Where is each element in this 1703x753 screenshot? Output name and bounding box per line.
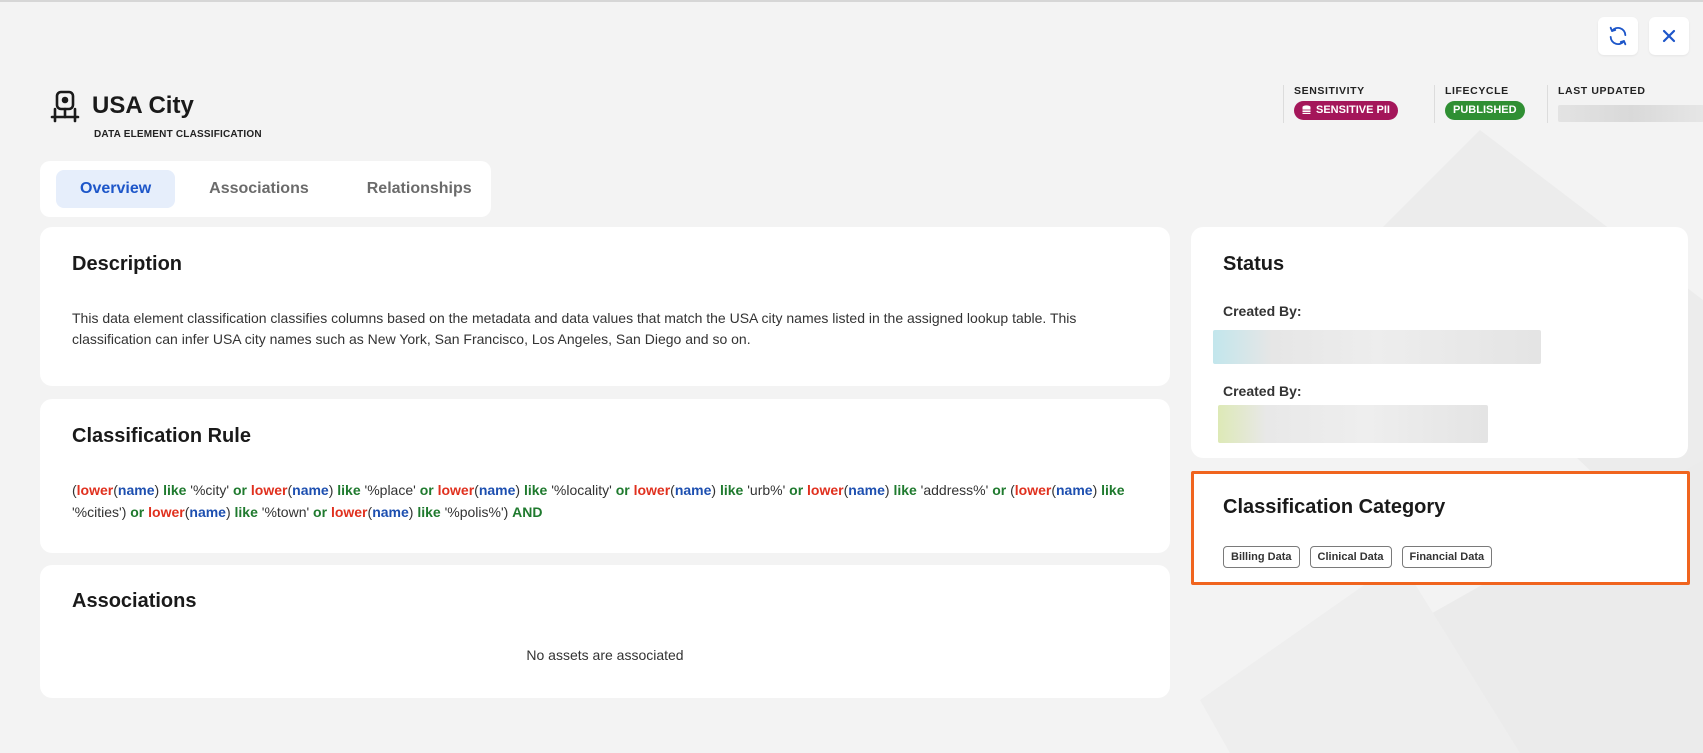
associations-card: Associations No assets are associated xyxy=(40,565,1170,698)
classification-rule-expression: (lower(name) like '%city' or lower(name)… xyxy=(72,480,1152,523)
description-card: Description This data element classifica… xyxy=(40,227,1170,386)
classification-rule-title: Classification Rule xyxy=(72,425,251,447)
rule-column: name xyxy=(372,503,409,520)
rule-function: lower xyxy=(437,482,475,498)
rule-keyword: or xyxy=(130,503,145,520)
rule-keyword: or xyxy=(992,482,1007,498)
rule-keyword: or xyxy=(419,482,434,498)
associations-empty-text: No assets are associated xyxy=(526,647,684,663)
database-icon xyxy=(1302,105,1311,114)
associations-title: Associations xyxy=(72,590,197,612)
lifecycle-label: LIFECYCLE xyxy=(1445,85,1509,97)
rule-column: name xyxy=(478,482,516,498)
close-icon xyxy=(1662,29,1676,43)
rule-function: lower xyxy=(330,503,368,520)
category-chip-list: Billing Data Clinical Data Financial Dat… xyxy=(1223,546,1493,568)
refresh-button[interactable] xyxy=(1598,17,1638,55)
rule-keyword: like xyxy=(893,482,917,498)
classification-category-title: Classification Category xyxy=(1223,496,1446,518)
rule-literal: ) xyxy=(154,482,164,498)
created-by-label-secondary: Created By: xyxy=(1223,383,1302,399)
rule-function: lower xyxy=(148,503,185,520)
last-updated-value-redacted xyxy=(1558,105,1703,122)
rule-literal: ) xyxy=(328,482,338,498)
rule-column: name xyxy=(117,482,155,498)
rule-keyword: AND xyxy=(512,503,543,520)
created-by-value-redacted-secondary xyxy=(1218,405,1488,443)
rule-literal: ( xyxy=(1006,482,1015,498)
sensitivity-label: SENSITIVITY xyxy=(1294,85,1365,97)
rule-keyword: like xyxy=(719,482,744,498)
rule-function: lower xyxy=(1014,482,1052,498)
rule-keyword: like xyxy=(1101,482,1125,498)
rule-literal: '%locality' xyxy=(547,482,616,498)
description-text: This data element classification classif… xyxy=(72,310,1077,347)
close-button[interactable] xyxy=(1649,17,1689,55)
top-divider xyxy=(0,0,1703,2)
category-chip[interactable]: Billing Data xyxy=(1223,546,1300,568)
rule-keyword: or xyxy=(313,503,328,520)
page-subtitle: DATA ELEMENT CLASSIFICATION xyxy=(94,129,262,140)
rule-column: name xyxy=(292,482,329,498)
rule-literal: ) xyxy=(1092,482,1102,498)
lifecycle-meta: LIFECYCLE PUBLISHED xyxy=(1434,85,1525,123)
rule-keyword: like xyxy=(234,503,258,520)
rule-literal: 'address%' xyxy=(916,482,993,498)
rule-keyword: or xyxy=(789,482,804,498)
data-element-classification-icon xyxy=(50,90,80,123)
rule-literal: ) xyxy=(225,503,235,520)
description-title: Description xyxy=(72,253,183,275)
rule-literal: '%place' xyxy=(360,482,420,498)
status-title: Status xyxy=(1223,253,1285,275)
rule-column: name xyxy=(848,482,885,498)
status-card: Status Created By: Created By: xyxy=(1191,227,1688,458)
rule-keyword: like xyxy=(163,482,187,498)
tab-associations[interactable]: Associations xyxy=(185,170,333,208)
tab-bar: Overview Associations Relationships xyxy=(40,161,491,217)
last-updated-label: LAST UPDATED xyxy=(1558,85,1646,97)
sensitivity-value: SENSITIVE PII xyxy=(1316,104,1390,116)
tab-overview[interactable]: Overview xyxy=(56,170,176,208)
page-title: USA City xyxy=(92,92,194,119)
rule-literal: '%polis%') xyxy=(440,503,513,520)
rule-column: name xyxy=(1056,482,1093,498)
rule-literal: ) xyxy=(515,482,524,498)
created-by-label: Created By: xyxy=(1223,303,1302,319)
rule-keyword: like xyxy=(337,482,361,498)
category-chip[interactable]: Financial Data xyxy=(1401,546,1493,568)
rule-keyword: or xyxy=(615,482,630,498)
classification-category-card: Classification Category Billing Data Cli… xyxy=(1191,471,1690,585)
lifecycle-badge: PUBLISHED xyxy=(1445,101,1525,120)
rule-column: name xyxy=(674,482,712,498)
rule-column: name xyxy=(189,503,226,520)
classification-rule-card: Classification Rule (lower(name) like '%… xyxy=(40,399,1170,553)
category-chip[interactable]: Clinical Data xyxy=(1309,546,1392,568)
tab-relationships[interactable]: Relationships xyxy=(343,170,496,208)
rule-literal: '%town' xyxy=(257,503,314,520)
created-by-value-redacted xyxy=(1213,330,1541,364)
sensitivity-badge: SENSITIVE PII xyxy=(1294,101,1398,120)
rule-literal: ) xyxy=(711,482,720,498)
rule-function: lower xyxy=(807,482,844,498)
last-updated-meta: LAST UPDATED xyxy=(1547,85,1703,123)
rule-keyword: or xyxy=(233,482,247,498)
rule-literal: '%cities') xyxy=(72,503,131,520)
rule-keyword: like xyxy=(523,482,548,498)
rule-keyword: like xyxy=(417,503,441,520)
rule-function: lower xyxy=(250,482,288,498)
rule-literal: 'urb%' xyxy=(743,482,790,498)
rule-function: lower xyxy=(633,482,671,498)
rule-literal: '%city' xyxy=(186,482,233,498)
rule-function: lower xyxy=(76,482,114,498)
sensitivity-meta: SENSITIVITY SENSITIVE PII xyxy=(1283,85,1398,123)
refresh-icon xyxy=(1609,26,1627,46)
